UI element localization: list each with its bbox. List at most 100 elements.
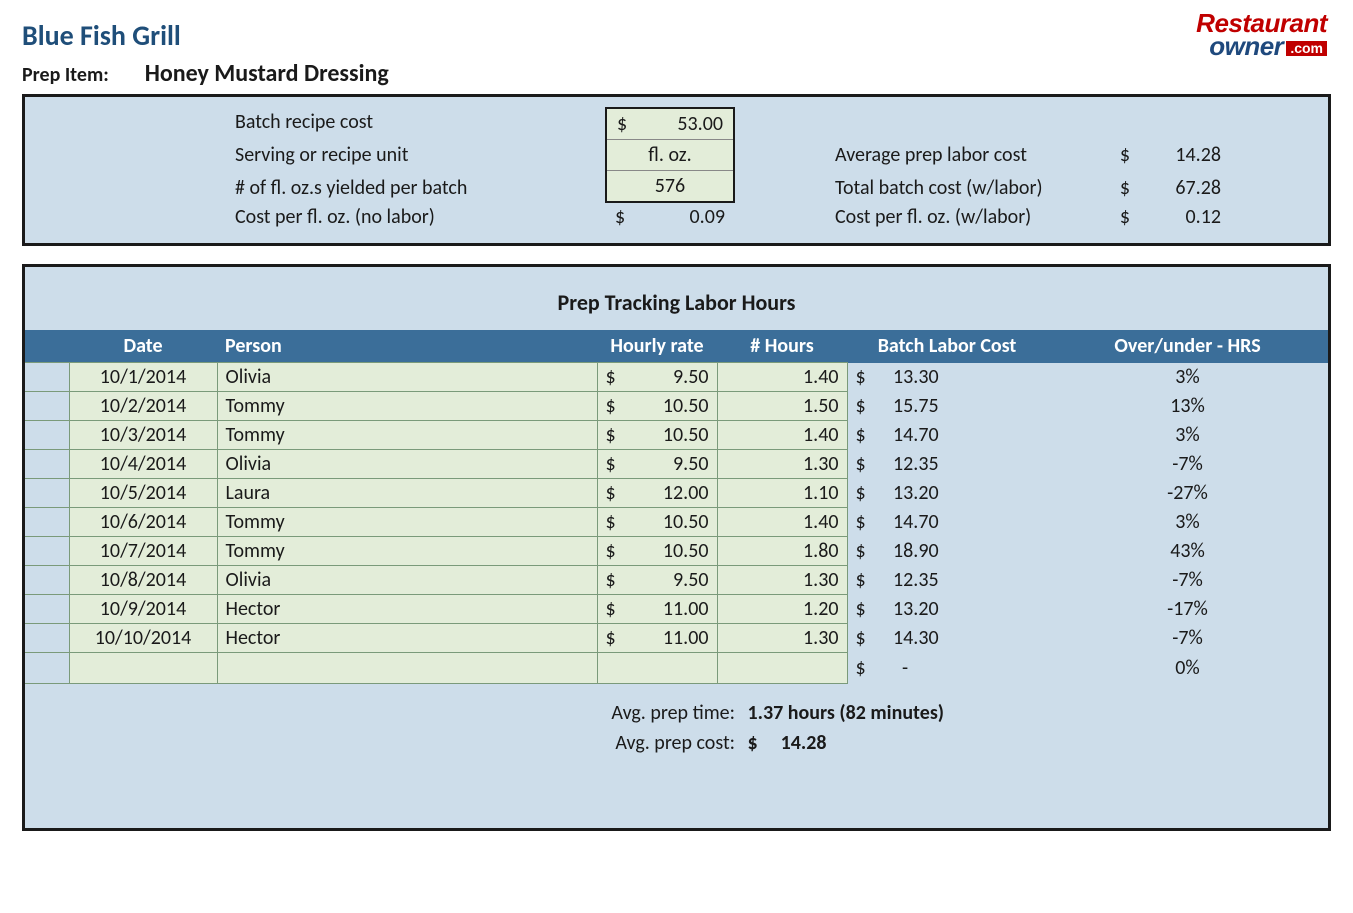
row-stub xyxy=(25,653,69,684)
cell-hours[interactable] xyxy=(717,653,847,684)
serving-unit-input[interactable]: fl. oz. xyxy=(607,140,733,171)
row-stub xyxy=(25,479,69,508)
cell-rate-value[interactable]: 12.00 xyxy=(637,479,717,508)
cell-hours[interactable]: 1.30 xyxy=(717,624,847,653)
row-stub xyxy=(25,566,69,595)
cell-batchcost-value: 15.75 xyxy=(887,392,1047,421)
cell-person[interactable]: Olivia xyxy=(217,450,597,479)
batch-recipe-cost-input[interactable]: $ 53.00 xyxy=(607,109,733,140)
cell-person[interactable]: Hector xyxy=(217,595,597,624)
cell-person[interactable]: Olivia xyxy=(217,363,597,392)
cell-date[interactable]: 10/5/2014 xyxy=(69,479,217,508)
cell-rate-dollar[interactable]: $ xyxy=(597,595,637,624)
cell-hours[interactable]: 1.50 xyxy=(717,392,847,421)
yield-input[interactable]: 576 xyxy=(607,171,733,201)
table-row: 10/10/2014Hector$11.001.30$14.30-7% xyxy=(25,624,1328,653)
col-date: Date xyxy=(69,330,217,363)
cell-rate-value[interactable]: 10.50 xyxy=(637,392,717,421)
cell-rate-value[interactable]: 10.50 xyxy=(637,421,717,450)
serving-unit-label: Serving or recipe unit xyxy=(235,143,605,167)
table-row: 10/8/2014Olivia$9.501.30$12.35-7% xyxy=(25,566,1328,595)
averages-block: Avg. prep time: 1.37 hours (82 minutes) … xyxy=(25,698,1328,758)
cell-overunder: 43% xyxy=(1047,537,1328,566)
cell-date[interactable]: 10/1/2014 xyxy=(69,363,217,392)
cell-overunder: -17% xyxy=(1047,595,1328,624)
row-stub xyxy=(25,595,69,624)
cell-batchcost-dollar: $ xyxy=(847,450,887,479)
dollar-sign: $ xyxy=(1105,176,1145,200)
cell-rate-dollar[interactable]: $ xyxy=(597,624,637,653)
cell-rate-value[interactable]: 11.00 xyxy=(637,624,717,653)
cell-rate-value[interactable]: 10.50 xyxy=(637,537,717,566)
cell-batchcost-value: 13.20 xyxy=(887,595,1047,624)
cell-date[interactable]: 10/8/2014 xyxy=(69,566,217,595)
cell-batchcost-dollar: $ xyxy=(847,479,887,508)
cell-batchcost-value: - xyxy=(887,653,1047,684)
cell-overunder: -27% xyxy=(1047,479,1328,508)
cell-hours[interactable]: 1.40 xyxy=(717,508,847,537)
cell-date[interactable]: 10/2/2014 xyxy=(69,392,217,421)
cell-rate-dollar[interactable]: $ xyxy=(597,421,637,450)
cost-per-unit-nolabor: $ 0.09 xyxy=(605,205,735,229)
cell-rate-dollar[interactable] xyxy=(597,653,637,684)
cell-overunder: -7% xyxy=(1047,624,1328,653)
avg-cost-label: Avg. prep cost: xyxy=(575,728,735,758)
cell-person[interactable]: Tommy xyxy=(217,392,597,421)
cell-person[interactable]: Tommy xyxy=(217,421,597,450)
cell-person[interactable] xyxy=(217,653,597,684)
cell-person[interactable]: Tommy xyxy=(217,537,597,566)
table-row-empty: $ -0% xyxy=(25,653,1328,684)
cell-date[interactable]: 10/3/2014 xyxy=(69,421,217,450)
cell-date[interactable]: 10/9/2014 xyxy=(69,595,217,624)
cell-rate-value[interactable]: 11.00 xyxy=(637,595,717,624)
prep-item-label: Prep Item: xyxy=(22,63,109,87)
cell-rate-value[interactable]: 9.50 xyxy=(637,450,717,479)
cell-hours[interactable]: 1.40 xyxy=(717,363,847,392)
yield-label: # of fl. oz.s yielded per batch xyxy=(235,176,605,200)
cell-rate-dollar[interactable]: $ xyxy=(597,479,637,508)
col-over-under: Over/under - HRS xyxy=(1047,330,1328,363)
cell-date[interactable] xyxy=(69,653,217,684)
cell-person[interactable]: Tommy xyxy=(217,508,597,537)
cell-hours[interactable]: 1.30 xyxy=(717,566,847,595)
cell-date[interactable]: 10/10/2014 xyxy=(69,624,217,653)
cell-person[interactable]: Hector xyxy=(217,624,597,653)
cell-rate-dollar[interactable]: $ xyxy=(597,392,637,421)
cell-rate-value[interactable] xyxy=(637,653,717,684)
cell-batchcost-dollar: $ xyxy=(847,392,887,421)
labor-table: Date Person Hourly rate # Hours Batch La… xyxy=(25,330,1328,684)
cell-rate-dollar[interactable]: $ xyxy=(597,363,637,392)
cell-rate-dollar[interactable]: $ xyxy=(597,537,637,566)
cell-hours[interactable]: 1.10 xyxy=(717,479,847,508)
brand-logo: Restaurant owner.com xyxy=(1196,12,1327,59)
table-row: 10/4/2014Olivia$9.501.30$12.35-7% xyxy=(25,450,1328,479)
row-stub xyxy=(25,450,69,479)
total-batch-label: Total batch cost (w/labor) xyxy=(835,176,1105,200)
cell-rate-dollar[interactable]: $ xyxy=(597,566,637,595)
cell-date[interactable]: 10/4/2014 xyxy=(69,450,217,479)
cell-rate-value[interactable]: 10.50 xyxy=(637,508,717,537)
cell-batchcost-value: 12.35 xyxy=(887,450,1047,479)
cell-rate-value[interactable]: 9.50 xyxy=(637,363,717,392)
cell-batchcost-value: 12.35 xyxy=(887,566,1047,595)
table-row: 10/3/2014Tommy$10.501.40$14.703% xyxy=(25,421,1328,450)
prep-item-value: Honey Mustard Dressing xyxy=(145,59,389,88)
table-row: 10/7/2014Tommy$10.501.80$18.9043% xyxy=(25,537,1328,566)
cell-hours[interactable]: 1.40 xyxy=(717,421,847,450)
cell-batchcost-dollar: $ xyxy=(847,508,887,537)
cell-overunder: 0% xyxy=(1047,653,1328,684)
labor-panel-title: Prep Tracking Labor Hours xyxy=(25,267,1328,330)
cell-date[interactable]: 10/7/2014 xyxy=(69,537,217,566)
cell-batchcost-dollar: $ xyxy=(847,624,887,653)
row-stub xyxy=(25,624,69,653)
cell-batchcost-dollar: $ xyxy=(847,566,887,595)
cell-person[interactable]: Olivia xyxy=(217,566,597,595)
cell-hours[interactable]: 1.20 xyxy=(717,595,847,624)
cell-person[interactable]: Laura xyxy=(217,479,597,508)
cell-rate-value[interactable]: 9.50 xyxy=(637,566,717,595)
cell-rate-dollar[interactable]: $ xyxy=(597,508,637,537)
cell-hours[interactable]: 1.80 xyxy=(717,537,847,566)
cell-hours[interactable]: 1.30 xyxy=(717,450,847,479)
cell-rate-dollar[interactable]: $ xyxy=(597,450,637,479)
cell-date[interactable]: 10/6/2014 xyxy=(69,508,217,537)
